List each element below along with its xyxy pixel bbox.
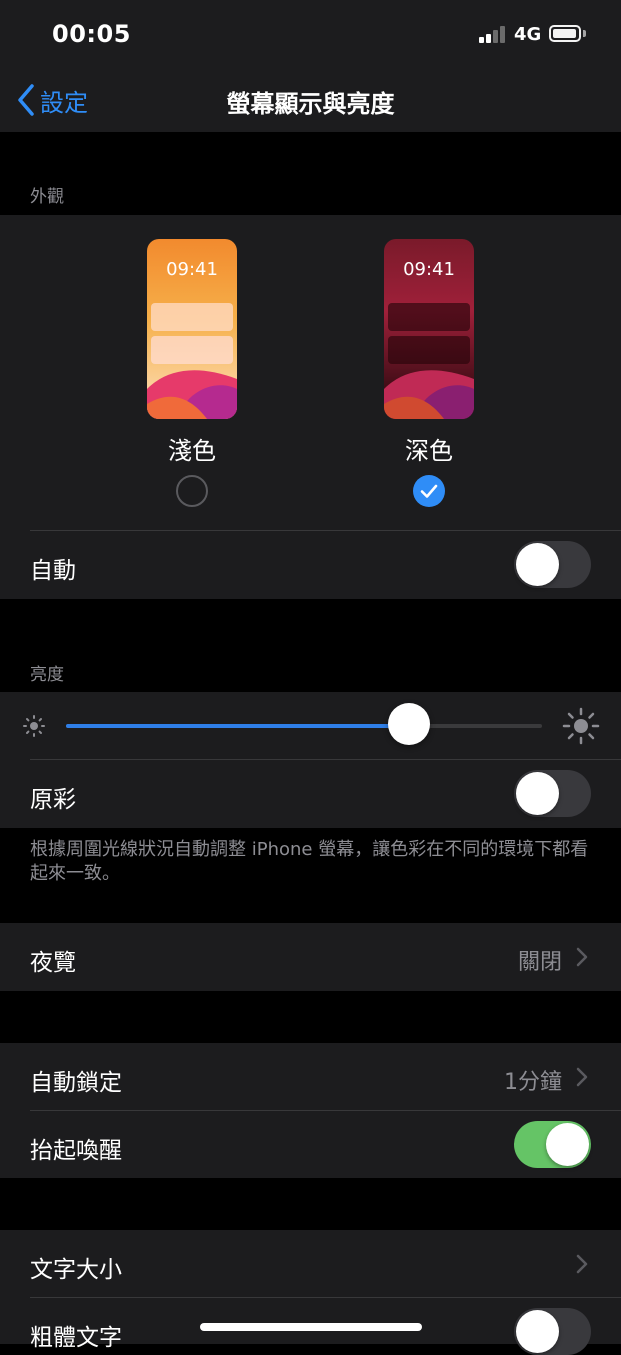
brightness-group: 原彩 [0,692,621,828]
divider [30,530,621,531]
section-header-appearance: 外觀 [30,187,64,207]
chevron-right-icon [576,947,588,967]
page-title: 螢幕顯示與亮度 [226,90,395,118]
light-notification-card [151,336,233,364]
checkmark-icon [420,484,438,498]
navigation-bar: 設定 螢幕顯示與亮度 [0,68,621,132]
network-type: 4G [514,24,542,45]
true-tone-label: 原彩 [30,787,76,813]
night-shift-label: 夜覽 [30,950,76,976]
true-tone-description: 根據周圍光線狀況自動調整 iPhone 螢幕，讓色彩在不同的環境下都看起來一致。 [30,839,589,884]
battery-icon [549,25,581,42]
section-header-brightness: 亮度 [30,665,64,685]
auto-lock-row[interactable]: 自動鎖定 1分鐘 [0,1043,621,1110]
dark-notification-card [388,336,470,364]
brightness-slider-thumb[interactable] [387,703,430,745]
light-notification-card [151,303,233,331]
dark-notification-card [388,303,470,331]
bold-text-toggle[interactable] [514,1308,591,1355]
dark-mode-preview[interactable]: 09:41 [384,239,474,419]
text-size-label: 文字大小 [30,1257,122,1283]
dark-preview-time: 09:41 [403,259,455,280]
automatic-toggle[interactable] [514,541,591,588]
divider [30,759,621,760]
light-mode-radio[interactable] [176,475,208,507]
chevron-right-icon [576,1067,588,1087]
raise-to-wake-toggle[interactable] [514,1121,591,1168]
raise-to-wake-label: 抬起喚醒 [30,1138,122,1164]
cellular-signal-icon [479,25,507,43]
bold-text-label: 粗體文字 [30,1325,122,1351]
auto-lock-label: 自動鎖定 [30,1070,122,1096]
divider [30,1110,621,1111]
brightness-slider[interactable] [66,724,542,728]
home-indicator[interactable] [200,1323,422,1331]
light-mode-preview[interactable]: 09:41 [147,239,237,419]
auto-lock-value: 1分鐘 [504,1070,562,1095]
sun-small-icon [23,715,45,737]
night-shift-value: 關閉 [517,950,562,975]
sun-large-icon [562,707,600,745]
chevron-right-icon [576,1254,588,1274]
divider [30,1297,621,1298]
dark-mode-label: 深色 [405,437,453,465]
appearance-group: 09:41 淺色 09:41 深色 自動 [0,215,621,599]
automatic-label: 自動 [30,558,76,584]
brightness-slider-fill [66,724,409,728]
true-tone-toggle[interactable] [514,770,591,817]
night-shift-row[interactable]: 夜覽 關閉 [0,923,621,991]
night-shift-group: 夜覽 關閉 [0,923,621,991]
status-time: 00:05 [52,20,131,48]
text-size-row[interactable]: 文字大小 [0,1230,621,1297]
light-mode-label: 淺色 [168,437,216,465]
lock-group: 自動鎖定 1分鐘 抬起喚醒 [0,1043,621,1178]
status-bar: 00:05 4G [0,0,621,68]
battery-tip [583,30,586,37]
light-preview-time: 09:41 [166,259,218,280]
dark-mode-radio[interactable] [413,475,445,507]
